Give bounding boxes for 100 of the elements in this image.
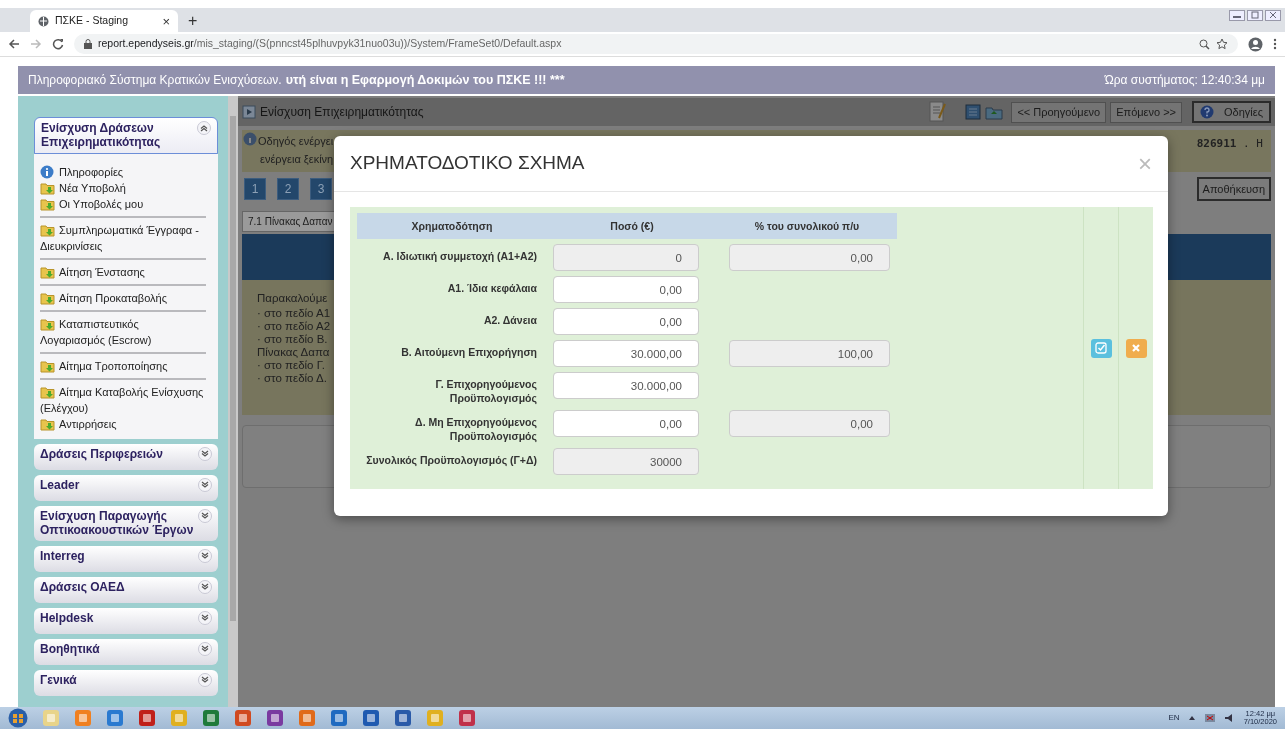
browser-tab[interactable]: ΠΣΚΕ - Staging × bbox=[30, 10, 178, 32]
amount-field[interactable]: 30.000,00 bbox=[553, 372, 699, 399]
menu-link[interactable]: Πληροφορίες bbox=[40, 164, 206, 180]
expand-icon bbox=[198, 580, 212, 594]
app-icon[interactable] bbox=[298, 709, 316, 727]
accordion-header[interactable]: Interreg bbox=[34, 546, 218, 572]
forward-arrow-icon[interactable] bbox=[30, 38, 42, 50]
amount-field[interactable]: 0,00 bbox=[553, 276, 699, 303]
amount-field[interactable]: 0,00 bbox=[553, 308, 699, 335]
menu-link[interactable]: Αντιρρήσεις bbox=[40, 416, 206, 432]
column-header: Ποσό (€) bbox=[547, 213, 717, 239]
new-tab-button[interactable]: + bbox=[188, 13, 198, 29]
info-icon bbox=[242, 132, 258, 146]
restore-icon[interactable] bbox=[1247, 10, 1263, 21]
folder-icon bbox=[40, 223, 55, 237]
accordion-header[interactable]: Leader bbox=[34, 475, 218, 501]
globe-icon bbox=[38, 15, 49, 27]
instruction-line: · στο πεδίο Δ. bbox=[257, 372, 327, 385]
language-indicator[interactable]: EN bbox=[1168, 712, 1180, 724]
menu-icon[interactable] bbox=[1273, 38, 1277, 50]
app-icon[interactable] bbox=[266, 709, 284, 727]
menu-link[interactable]: Οι Υποβολές μου bbox=[40, 196, 206, 212]
menu-link[interactable]: Αίτημα Καταβολής Ενίσχυσης (Ελέγχου) bbox=[40, 384, 206, 416]
app-icon[interactable] bbox=[458, 709, 476, 727]
nav-button[interactable]: Επόμενο >> bbox=[1110, 101, 1183, 123]
system-name: Πληροφοριακό Σύστημα Κρατικών Ενισχύσεων. bbox=[28, 72, 282, 89]
field-label: Δ. Μη Επιχορηγούμενος Προϋπολογισμός bbox=[414, 415, 538, 443]
nav-button[interactable]: << Προηγούμενο bbox=[1011, 101, 1107, 123]
field-label: Α. Ιδιωτική συμμετοχή (Α1+Α2) bbox=[382, 249, 538, 264]
amount-field: 30000 bbox=[553, 448, 699, 475]
menu-link[interactable]: Αίτηση Προκαταβολής bbox=[40, 290, 206, 306]
accordion-header[interactable]: Δράσεις ΟΑΕΔ bbox=[34, 577, 218, 603]
instruction-line: Παρακαλούμε bbox=[257, 292, 328, 305]
start-button-icon[interactable] bbox=[8, 708, 28, 728]
field-label: Α2. Δάνεια bbox=[482, 313, 538, 328]
scrollbar[interactable] bbox=[228, 96, 238, 707]
amount-field[interactable]: 0,00 bbox=[553, 410, 699, 437]
accordion-header[interactable]: Ενίσχυση Παραγωγής Οπτικοακουστικών Έργων bbox=[34, 506, 218, 541]
folder-icon bbox=[40, 359, 55, 373]
menu-link[interactable]: Αίτημα Τροποποίησης bbox=[40, 358, 206, 374]
instruction-line: · στο πεδίο Β. bbox=[257, 333, 328, 346]
folder-icon bbox=[40, 385, 55, 399]
back-arrow-icon[interactable] bbox=[8, 38, 20, 50]
reload-icon[interactable] bbox=[52, 38, 64, 50]
step-button[interactable]: 3 bbox=[310, 178, 332, 200]
amount-field[interactable]: 30.000,00 bbox=[553, 340, 699, 367]
tab-title: ΠΣΚΕ - Staging bbox=[55, 13, 130, 29]
accordion-header[interactable]: Helpdesk bbox=[34, 608, 218, 634]
app-icon[interactable] bbox=[330, 709, 348, 727]
cancel-button[interactable] bbox=[1125, 338, 1147, 358]
star-icon[interactable] bbox=[1216, 38, 1228, 50]
menu-link[interactable]: Αίτηση Ένστασης bbox=[40, 264, 206, 280]
folder-icon bbox=[40, 317, 55, 331]
address-bar[interactable]: report.ependyseis.gr/mis_staging/(S(pnncst45plhuvpyk31nuo03u))/System/FrameSet0/Default.aspx bbox=[74, 34, 1238, 54]
list-icon[interactable] bbox=[965, 104, 982, 120]
system-clock: Ώρα συστήματος: 12:40:34 μμ bbox=[1104, 72, 1265, 89]
caret-icon[interactable] bbox=[1187, 714, 1196, 722]
close-tab-button[interactable]: × bbox=[162, 14, 170, 28]
close-icon[interactable] bbox=[1265, 10, 1281, 21]
save-button[interactable]: Αποθήκευση bbox=[1196, 176, 1271, 202]
check-icon bbox=[1095, 342, 1107, 354]
app-icon[interactable] bbox=[394, 709, 412, 727]
network-icon[interactable] bbox=[1203, 713, 1216, 723]
collapse-icon bbox=[197, 121, 211, 135]
instruction-line: Πίνακας Δαπα bbox=[257, 346, 330, 359]
menu-link[interactable]: Νέα Υποβολή bbox=[40, 180, 206, 196]
folder-icon bbox=[40, 181, 55, 195]
folder-icon bbox=[40, 265, 55, 279]
profile-icon[interactable] bbox=[1248, 36, 1263, 52]
field-label: Β. Αιτούμενη Επιχορήγηση bbox=[400, 345, 538, 360]
field-label: Α1. Ίδια κεφάλαια bbox=[446, 281, 538, 296]
step-button[interactable]: 1 bbox=[244, 178, 266, 200]
expand-icon bbox=[198, 549, 212, 563]
page-title: Ενίσχυση Επιχειρηματικότητας bbox=[260, 104, 424, 121]
help-button[interactable]: Οδηγίες bbox=[1192, 100, 1271, 124]
accordion-header[interactable]: Ενίσχυση Δράσεων Επιχειρηματικότητας bbox=[34, 117, 218, 154]
app-icon[interactable] bbox=[234, 709, 252, 727]
modal-title: ΧΡΗΜΑΤΟΔΟΤΙΚΟ ΣΧΗΜΑ bbox=[350, 152, 585, 175]
app-icon[interactable] bbox=[138, 709, 156, 727]
menu-link[interactable]: Καταπιστευτικός Λογαριασμός (Escrow) bbox=[40, 316, 206, 348]
instruction-line: · στο πεδίο Α2 bbox=[257, 320, 331, 333]
confirm-button[interactable] bbox=[1090, 338, 1112, 358]
app-icon[interactable] bbox=[202, 709, 220, 727]
amount-field: 0 bbox=[553, 244, 699, 271]
accordion-header[interactable]: Δράσεις Περιφερειών bbox=[34, 444, 218, 470]
app-icon[interactable] bbox=[362, 709, 380, 727]
step-button[interactable]: 2 bbox=[277, 178, 299, 200]
app-icon[interactable] bbox=[106, 709, 124, 727]
notepad-icon[interactable] bbox=[929, 101, 948, 123]
zoom-icon[interactable] bbox=[1199, 38, 1210, 50]
minimize-icon[interactable] bbox=[1229, 10, 1245, 21]
menu-link[interactable]: Συμπληρωματικά Έγγραφα - Διευκρινίσεις bbox=[40, 222, 206, 254]
accordion-header[interactable]: Βοηθητικά bbox=[34, 639, 218, 665]
expand-icon bbox=[198, 478, 212, 492]
accordion-header[interactable]: Γενικά bbox=[34, 670, 218, 696]
info-text: Οδηγός ενέργει bbox=[258, 134, 334, 149]
play-icon bbox=[242, 105, 256, 119]
info-icon bbox=[40, 165, 55, 179]
folder-icon bbox=[40, 291, 55, 305]
field-label: Γ. Επιχορηγούμενος Προϋπολογισμός bbox=[434, 377, 538, 405]
